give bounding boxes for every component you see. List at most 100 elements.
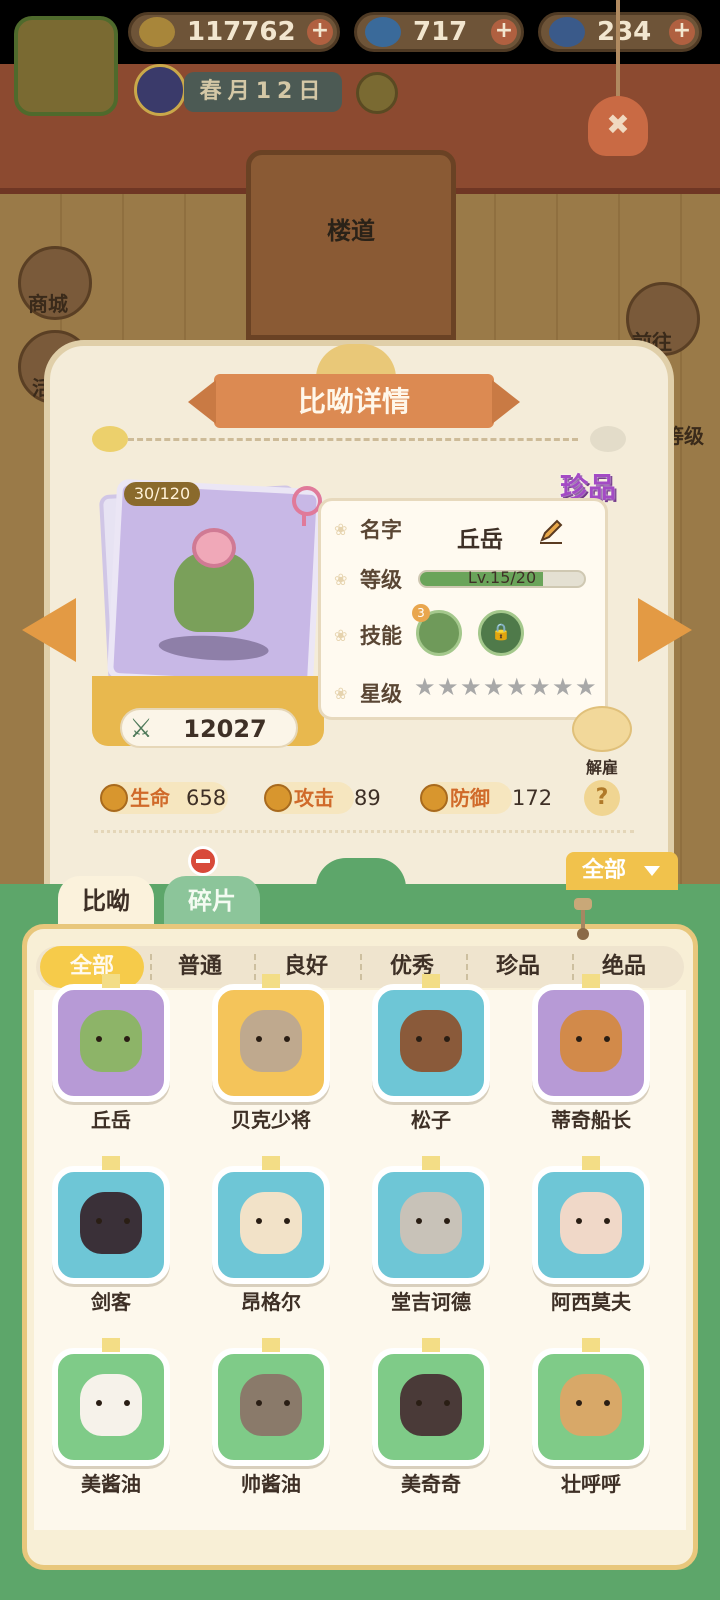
white-cat-head-icon [590, 426, 626, 452]
tab-fragments[interactable]: 碎片 [164, 876, 260, 924]
tape-decoration [102, 974, 120, 988]
pet-avatar [80, 1192, 142, 1254]
add-banana-button[interactable]: + [307, 19, 333, 45]
bell-rope [616, 0, 620, 100]
star-icon: ★ [437, 673, 459, 701]
pet-eye [256, 1218, 262, 1224]
pet-tile[interactable] [372, 974, 490, 1102]
paw-icon: ❀ [334, 570, 348, 589]
pet-eye [444, 1036, 450, 1042]
player-avatar[interactable] [14, 16, 118, 116]
filter-rare[interactable]: 珍品 [466, 946, 570, 988]
pet-tile[interactable] [52, 1156, 170, 1284]
resource-banana-value: 117762 [187, 17, 296, 47]
paw-icon: ❀ [334, 520, 348, 539]
date-display: 春月12日 [184, 72, 342, 112]
filter-all[interactable]: 全部 [40, 946, 144, 988]
pet-eye [444, 1400, 450, 1406]
star-icon: ★ [552, 673, 574, 701]
filter-excellent[interactable]: 优秀 [360, 946, 464, 988]
flower-crown-icon [192, 528, 236, 568]
star-icon: ★ [460, 673, 482, 701]
pet-eye [284, 1400, 290, 1406]
moon-clock-icon [134, 64, 186, 116]
hallway-sign: 楼道 [327, 217, 375, 245]
pet-tile[interactable] [372, 1156, 490, 1284]
date-month: 月 [227, 79, 256, 104]
pet-eye [576, 1218, 582, 1224]
chevron-down-icon [644, 866, 660, 876]
pet-avatar [400, 1010, 462, 1072]
star-icon: ★ [529, 673, 551, 701]
pet-tile[interactable] [212, 1338, 330, 1466]
pet-tile[interactable] [212, 1156, 330, 1284]
tape-decoration [262, 1156, 280, 1170]
pet-avatar [240, 1192, 302, 1254]
pencil-edit-icon[interactable] [536, 516, 566, 546]
lock-icon: 🔒 [491, 622, 511, 641]
close-icon: ✖ [606, 108, 630, 141]
pet-tile[interactable] [532, 974, 650, 1102]
hp-icon [100, 784, 128, 812]
hp-label: 生命 [130, 786, 170, 810]
rarity-filter-dropdown[interactable]: 全部 [566, 852, 678, 890]
add-flame-button[interactable]: + [491, 19, 517, 45]
pet-eye [444, 1218, 450, 1224]
cat-ears-silhouette [316, 858, 406, 888]
pet-avatar [560, 1010, 622, 1072]
remove-badge-icon[interactable] [188, 846, 218, 876]
pet-tile[interactable] [532, 1338, 650, 1466]
crossed-swords-icon: ⚔ [129, 714, 153, 744]
pet-name-label: 松子 [411, 1108, 451, 1132]
pet-eye [96, 1400, 102, 1406]
help-button[interactable]: ? [584, 780, 620, 816]
filter-common[interactable]: 普通 [148, 946, 252, 988]
hanging-close-bell[interactable]: ✖ [586, 0, 650, 170]
star-icon: ★ [575, 673, 597, 701]
pet-name: 丘岳 [457, 527, 503, 553]
dismiss-button[interactable] [572, 706, 632, 752]
pet-avatar [400, 1374, 462, 1436]
pet-eye [256, 1036, 262, 1042]
date-day-char: 日 [298, 79, 327, 104]
tape-decoration [582, 1156, 600, 1170]
pet-portrait [166, 528, 262, 636]
resource-banana: 117762 + [128, 12, 340, 52]
filter-dropdown-label: 全部 [582, 858, 627, 883]
pet-tile[interactable] [372, 1338, 490, 1466]
prev-pet-arrow[interactable] [22, 598, 76, 662]
pet-tile[interactable] [52, 974, 170, 1102]
star-icon: ★ [506, 673, 528, 701]
pet-avatar [560, 1374, 622, 1436]
pet-tile[interactable] [212, 974, 330, 1102]
defense-value: 172 [512, 786, 553, 810]
defense-label: 防御 [450, 786, 490, 810]
pet-avatar [560, 1192, 622, 1254]
date-season: 春 [199, 79, 228, 104]
pet-name-label: 丘岳 [91, 1108, 131, 1132]
date-day: 12 [255, 79, 299, 104]
power-value: 12027 [183, 715, 267, 743]
level-text: Lv.15/20 [467, 568, 537, 587]
tape-decoration [582, 1338, 600, 1352]
pet-eye [284, 1036, 290, 1042]
paw-icon: ❀ [334, 626, 348, 645]
next-pet-arrow[interactable] [638, 598, 692, 662]
tab-pets[interactable]: 比呦 [58, 876, 154, 924]
pet-name-label: 贝克少将 [231, 1108, 311, 1132]
popup-title: 比呦详情 [297, 385, 410, 418]
defense-icon [420, 784, 448, 812]
pet-eye [416, 1036, 422, 1042]
pet-tile[interactable] [532, 1156, 650, 1284]
pet-eye [284, 1218, 290, 1224]
sun-weather-icon[interactable] [356, 72, 398, 114]
pet-name-label: 昂格尔 [241, 1290, 301, 1314]
pet-name-label: 帅酱油 [241, 1472, 301, 1496]
bottom-strip [0, 1570, 720, 1600]
add-blue-banana-button[interactable]: + [669, 19, 695, 45]
pet-eye [96, 1036, 102, 1042]
attack-value: 89 [354, 786, 381, 810]
pet-eye [416, 1400, 422, 1406]
hallway-gate[interactable]: 楼道 [246, 150, 456, 340]
pet-tile[interactable] [52, 1338, 170, 1466]
